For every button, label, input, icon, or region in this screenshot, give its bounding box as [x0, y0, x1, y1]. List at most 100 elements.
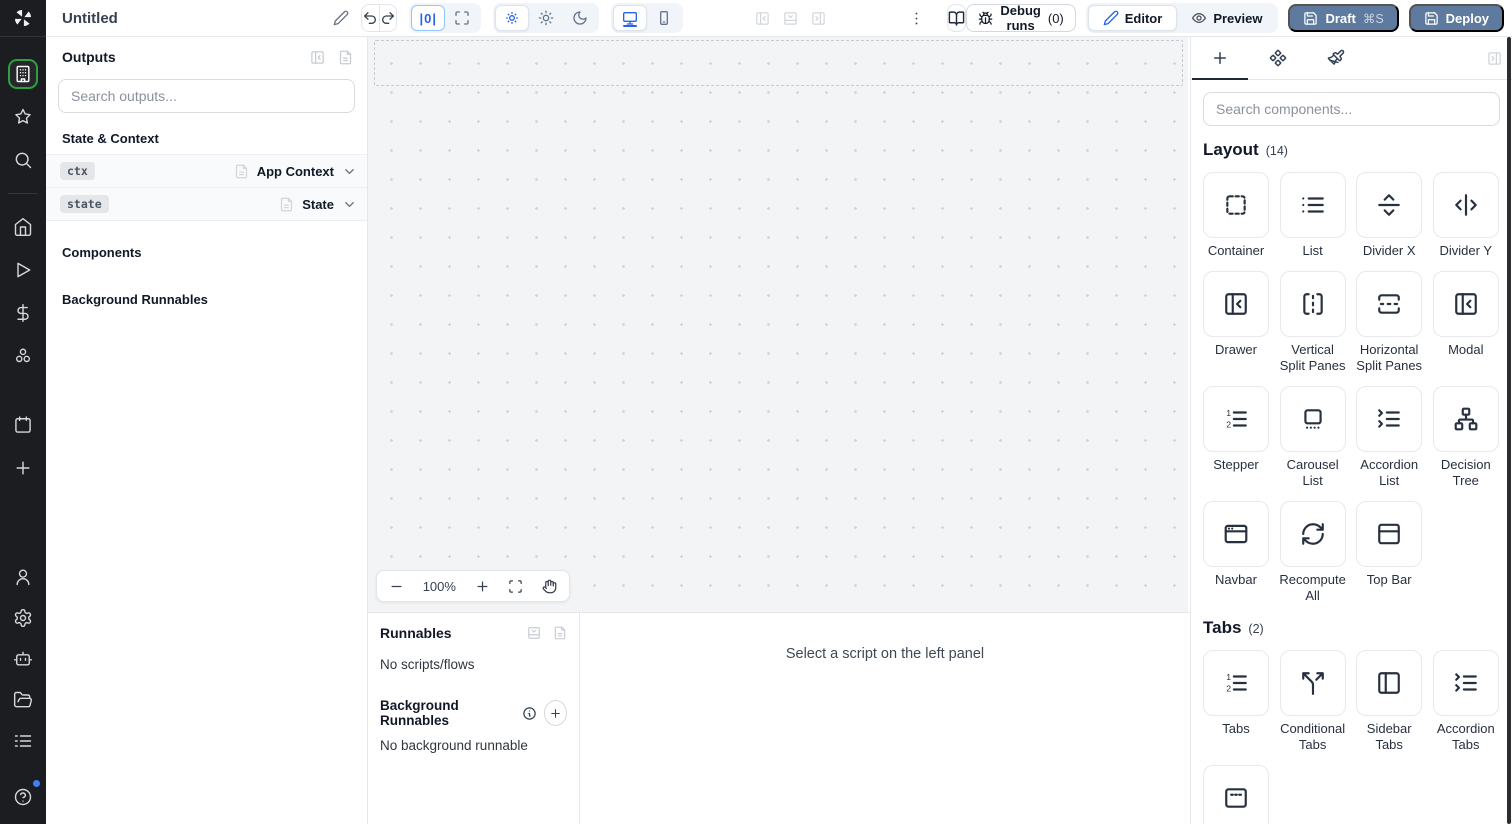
maximize-icon	[454, 10, 470, 26]
left-rail	[0, 0, 46, 824]
component-item-navbar[interactable]: Navbar	[1203, 501, 1269, 604]
svg-text:1: 1	[1226, 672, 1231, 682]
topbar: Untitled |0| Debug runs (0) Editor Previ…	[46, 0, 1512, 37]
audit-logs-button[interactable]	[8, 726, 38, 756]
component-item-divider-x[interactable]: Divider X	[1356, 172, 1423, 259]
editor-tab[interactable]: Editor	[1087, 5, 1178, 31]
search-button[interactable]	[8, 145, 38, 175]
component-item-conditional-tabs[interactable]: Conditional Tabs	[1279, 650, 1346, 753]
resources-button[interactable]	[8, 341, 38, 371]
component-item-unnamed[interactable]	[1203, 765, 1269, 824]
component-item-accordion-tabs[interactable]: Accordion Tabs	[1432, 650, 1499, 753]
zoom-in-button[interactable]	[475, 579, 490, 594]
windmill-logo[interactable]	[0, 0, 46, 37]
component-item-list[interactable]: List	[1279, 172, 1346, 259]
component-item-carousel-list[interactable]: Carousel List	[1279, 386, 1346, 489]
document-icon	[338, 50, 353, 65]
draft-button[interactable]: Draft ⌘S	[1288, 4, 1399, 32]
preview-tab[interactable]: Preview	[1177, 5, 1276, 31]
minus-icon	[389, 579, 404, 594]
mobile-view-button[interactable]	[647, 5, 681, 31]
variables-icon	[13, 303, 33, 323]
tab-styling[interactable]	[1307, 37, 1365, 79]
create-button[interactable]	[8, 453, 38, 483]
component-item-accordion-list[interactable]: Accordion List	[1356, 386, 1423, 489]
component-item-container[interactable]: Container	[1203, 172, 1269, 259]
output-row-ctx[interactable]: ctx App Context	[46, 155, 367, 188]
desktop-view-button[interactable]	[613, 5, 648, 31]
right-panel-scrollbar[interactable]	[1507, 37, 1511, 824]
search-components-input[interactable]	[1203, 92, 1500, 126]
scan-icon	[508, 579, 523, 594]
settings-button[interactable]	[8, 603, 38, 633]
background-info-icon[interactable]	[522, 706, 537, 721]
add-background-runnable-button[interactable]	[543, 700, 567, 726]
rename-button[interactable]	[333, 10, 349, 26]
apps-button[interactable]	[8, 59, 38, 89]
workers-button[interactable]	[8, 644, 38, 674]
chevron-down-icon[interactable]	[342, 197, 357, 212]
canvas-drop-zone[interactable]	[374, 40, 1183, 86]
runnables-doc-button[interactable]	[553, 626, 567, 640]
runs-button[interactable]	[8, 255, 38, 285]
collapse-runnables-button[interactable]	[527, 626, 541, 640]
component-item-sidebar-tabs[interactable]: Sidebar Tabs	[1356, 650, 1423, 753]
theme-auto-button[interactable]	[495, 5, 530, 31]
theme-dark-button[interactable]	[563, 5, 597, 31]
undo-button[interactable]	[362, 5, 379, 31]
fit-view-button[interactable]	[508, 579, 523, 594]
folders-button[interactable]	[8, 685, 38, 715]
pan-button[interactable]	[542, 579, 557, 594]
help-button[interactable]	[8, 779, 41, 812]
eye-icon	[1191, 10, 1207, 26]
component-item-tabs[interactable]: 12 Tabs	[1203, 650, 1269, 753]
component-item-recompute-all[interactable]: Recompute All	[1279, 501, 1346, 604]
redo-button[interactable]	[378, 5, 396, 31]
deploy-save-icon	[1424, 11, 1439, 26]
zoom-reset-button[interactable]: |0|	[411, 5, 446, 31]
toggle-bottom-panel-button[interactable]	[783, 11, 798, 26]
favorites-button[interactable]	[8, 102, 38, 132]
component-item-stepper[interactable]: 12 Stepper	[1203, 386, 1269, 489]
output-row-state[interactable]: state State	[46, 188, 367, 221]
zoom-out-button[interactable]	[389, 579, 404, 594]
section-title: Layout	[1203, 140, 1259, 159]
component-item-drawer[interactable]: Drawer	[1203, 271, 1269, 374]
component-item-modal[interactable]: Modal	[1432, 271, 1499, 374]
component-item-divider-y[interactable]: Divider Y	[1432, 172, 1499, 259]
home-button[interactable]	[8, 212, 38, 242]
chevron-down-icon[interactable]	[342, 164, 357, 179]
expand-canvas-button[interactable]	[445, 5, 479, 31]
component-item-decision-tree[interactable]: Decision Tree	[1432, 386, 1499, 489]
redo-icon	[380, 10, 396, 26]
toggle-right-panel-button[interactable]	[811, 11, 826, 26]
deploy-button[interactable]: Deploy	[1408, 4, 1504, 32]
variables-button[interactable]	[8, 298, 38, 328]
component-item-top-bar[interactable]: Top Bar	[1356, 501, 1423, 604]
tab-component-settings[interactable]	[1249, 37, 1307, 79]
user-button[interactable]	[8, 562, 38, 592]
tab-insert-component[interactable]	[1191, 37, 1249, 80]
component-item-vertical-split-panes[interactable]: Vertical Split Panes	[1279, 271, 1346, 374]
add-plus-icon	[549, 707, 562, 720]
bug-icon	[978, 11, 993, 26]
section-header: Tabs (2)	[1203, 618, 1500, 638]
toggle-left-panel-button[interactable]	[755, 11, 770, 26]
debug-runs-button[interactable]: Debug runs (0)	[966, 3, 1076, 33]
collapse-right-panel-button[interactable]	[1487, 37, 1502, 80]
component-item-horizontal-split-panes[interactable]: Horizontal Split Panes	[1356, 271, 1423, 374]
theme-light-button[interactable]	[529, 5, 563, 31]
docs-button[interactable]	[947, 4, 967, 32]
save-icon	[1303, 11, 1318, 26]
sun-icon	[538, 10, 554, 26]
panel-toggles	[755, 11, 826, 26]
outputs-doc-button[interactable]	[338, 50, 353, 65]
plus-icon	[475, 579, 490, 594]
schedules-button[interactable]	[8, 410, 38, 440]
paintbrush-icon	[1327, 49, 1345, 67]
folders-icon	[13, 690, 33, 710]
search-outputs-input[interactable]	[58, 79, 355, 113]
app-canvas[interactable]: 100%	[368, 37, 1188, 612]
more-menu-button[interactable]	[908, 10, 925, 27]
collapse-outputs-button[interactable]	[310, 50, 325, 65]
